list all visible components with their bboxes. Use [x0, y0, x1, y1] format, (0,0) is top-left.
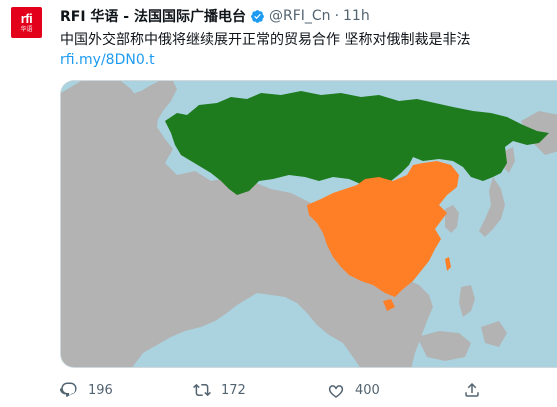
author-name[interactable]: RFI 华语 - 法国国际广播电台 — [60, 6, 246, 26]
like-count: 400 — [355, 382, 380, 398]
share-button[interactable] — [463, 378, 481, 402]
author-handle[interactable]: @RFI_Cn — [269, 8, 331, 24]
tweet-time[interactable]: 11h — [343, 8, 370, 24]
rfi-logo: rfi — [20, 11, 33, 26]
retweet-count: 172 — [221, 382, 246, 398]
tweet-actions: 196 172 400 — [60, 378, 557, 402]
retweet-icon — [193, 383, 211, 397]
map-svg — [61, 81, 557, 367]
retweet-button[interactable]: 172 — [193, 378, 246, 402]
share-icon — [465, 382, 479, 397]
reply-button[interactable]: 196 — [60, 378, 113, 402]
avatar[interactable]: rfi 华语 — [11, 7, 42, 38]
separator-dot: · — [334, 8, 340, 24]
tweet-header: RFI 华语 - 法国国际广播电台 @RFI_Cn · 11h — [60, 6, 370, 26]
reply-icon — [60, 382, 77, 397]
rfi-logo-subtext: 华语 — [20, 26, 33, 33]
tweet-text: 中国外交部称中俄将继续展开正常的贸易合作 坚称对俄制裁是非法 — [60, 32, 471, 48]
tweet[interactable]: rfi 华语 RFI 华语 - 法国国际广播电台 @RFI_Cn · 11h 中… — [0, 0, 557, 407]
reply-count: 196 — [88, 382, 113, 398]
like-button[interactable]: 400 — [327, 378, 380, 402]
verified-badge-icon — [251, 9, 264, 23]
like-icon — [328, 385, 344, 398]
tweet-link[interactable]: rfi.my/8DN0.t — [60, 50, 155, 70]
tweet-image-map[interactable] — [60, 80, 557, 368]
